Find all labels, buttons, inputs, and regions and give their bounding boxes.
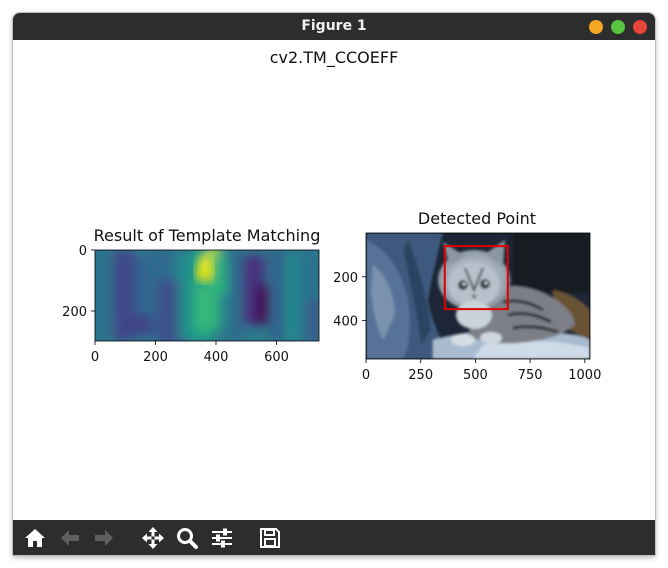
detected-xtick-label: 250 (408, 368, 433, 383)
back-arrow-icon[interactable] (57, 525, 83, 551)
close-button[interactable] (633, 20, 647, 34)
detected-xtick-label: 1000 (568, 368, 601, 383)
save-icon[interactable] (257, 525, 283, 551)
heatmap-ytick-label: 0 (79, 244, 87, 259)
home-icon[interactable] (22, 525, 48, 551)
detected-xtick-label: 750 (518, 368, 543, 383)
detected-xtick-label: 500 (463, 368, 488, 383)
heatmap-ytick-label: 200 (62, 305, 87, 320)
heatmap-xtick-label: 0 (91, 350, 99, 365)
detected-xtick-label: 0 (362, 368, 370, 383)
title-bar[interactable]: Figure 1 (13, 13, 655, 40)
pan-icon[interactable] (140, 525, 166, 551)
heatmap-xtick-label: 600 (264, 350, 289, 365)
plots-svg: Result of Template Matching 0 200 400 60… (62, 209, 601, 383)
heatmap-xtick-label: 400 (204, 350, 229, 365)
figure-canvas[interactable]: cv2.TM_CCOEFF Result of Template Matchin… (13, 40, 655, 520)
heatmap-image (95, 250, 319, 341)
detected-image (366, 233, 590, 359)
zoom-icon[interactable] (174, 525, 200, 551)
figure-window: Figure 1 cv2.TM_CCOEFF Result of Templat… (13, 13, 655, 555)
maximize-button[interactable] (611, 20, 625, 34)
forward-arrow-icon[interactable] (91, 525, 117, 551)
heatmap-xtick-label: 200 (143, 350, 168, 365)
configure-subplots-icon[interactable] (209, 525, 235, 551)
minimize-button[interactable] (589, 20, 603, 34)
heatmap-title: Result of Template Matching (94, 226, 321, 245)
detected-ytick-label: 200 (333, 271, 358, 286)
window-title: Figure 1 (301, 18, 367, 34)
detected-ytick-label: 400 (333, 315, 358, 330)
detected-title: Detected Point (418, 209, 536, 228)
navigation-toolbar (13, 520, 655, 555)
